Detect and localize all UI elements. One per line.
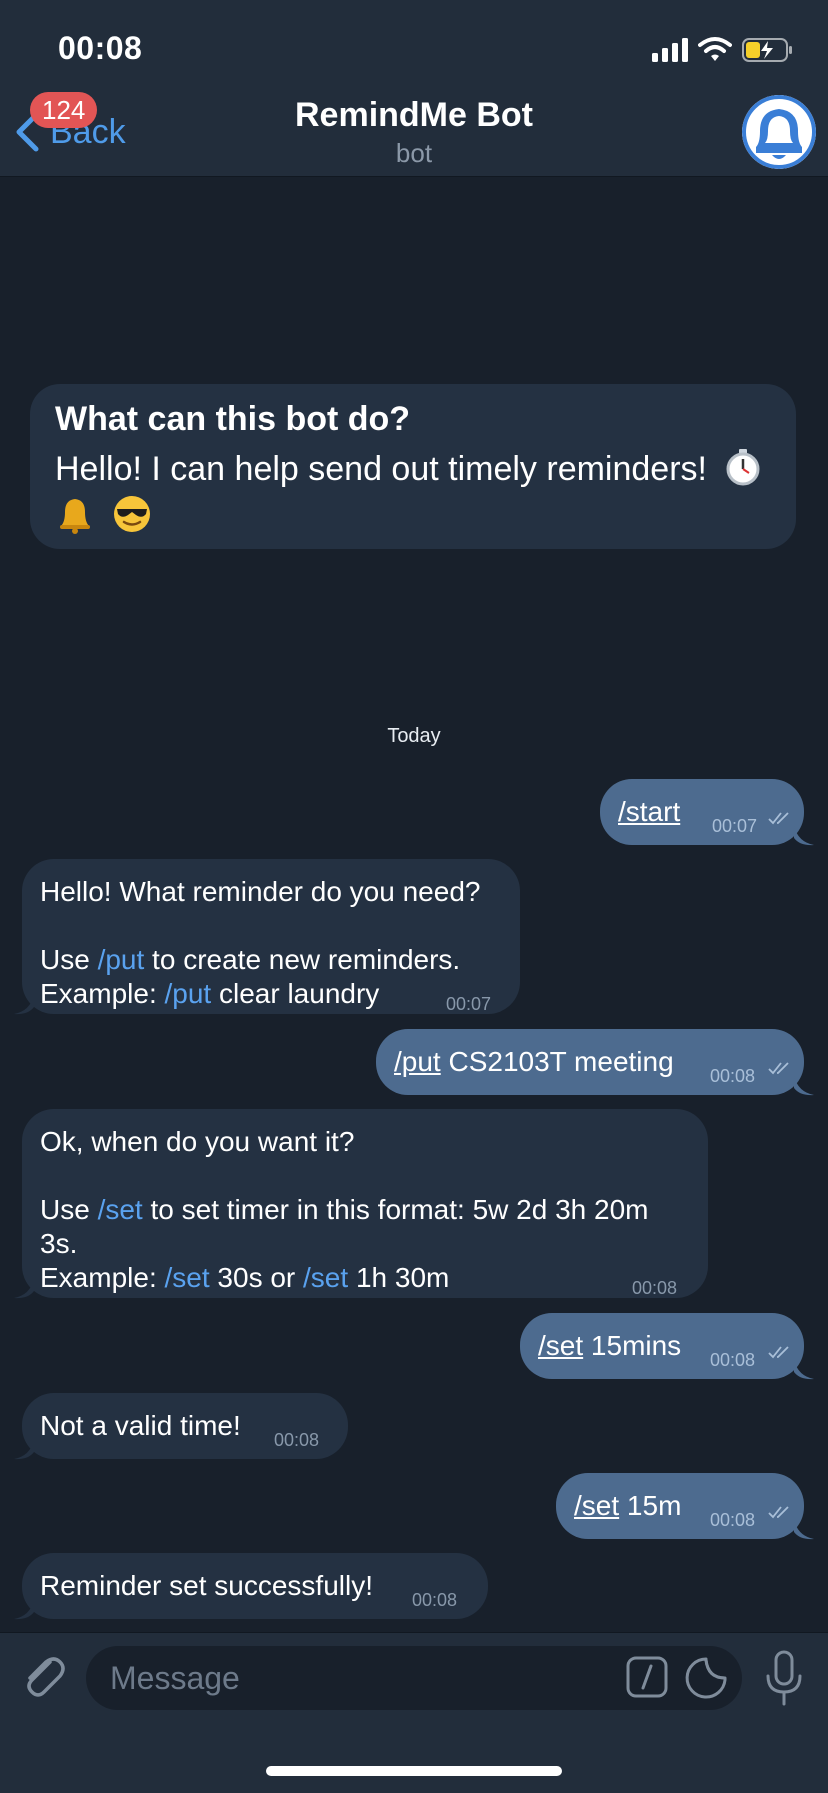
message-time: 00:07 [712, 816, 758, 836]
message-line: Hello! What reminder do you need? [40, 876, 481, 907]
message-time: 00:08 [710, 1350, 756, 1370]
message-line: Example: /put clear laundry [40, 978, 380, 1009]
message-text: Not a valid time! [40, 1410, 241, 1441]
status-time: 00:08 [58, 30, 143, 66]
outgoing-message[interactable]: /start 00:07 [600, 779, 804, 845]
incoming-message[interactable]: Reminder set successfully! 00:08 [22, 1553, 488, 1619]
bot-avatar[interactable] [742, 95, 816, 169]
message-text: Reminder set successfully! [40, 1570, 374, 1601]
message-text: /set 15m [574, 1490, 682, 1521]
bubble-tail [14, 1440, 34, 1460]
command-link[interactable]: /put [165, 978, 212, 1009]
message-time: 00:08 [274, 1430, 320, 1450]
command-link[interactable]: /set [98, 1194, 143, 1225]
read-receipt-icon [768, 1062, 789, 1075]
bubble-tail [794, 1076, 814, 1096]
cellular-signal-icon [652, 38, 688, 62]
message-line: Use /set to set timer in this format: 5w… [40, 1194, 649, 1225]
incoming-message[interactable]: Ok, when do you want it? Use /set to set… [22, 1109, 708, 1298]
bubble-tail [794, 826, 814, 846]
microphone-icon[interactable] [762, 1650, 806, 1706]
bubble-tail [794, 1360, 814, 1380]
command-link[interactable]: /set [165, 1262, 210, 1293]
bot-info-body: Hello! I can help send out timely remind… [55, 446, 775, 538]
bubble-tail [14, 995, 34, 1015]
bot-info-title: What can this bot do? [55, 400, 411, 438]
message-text: /set 15mins [538, 1330, 682, 1361]
message-placeholder: Message [110, 1660, 240, 1696]
message-text: /start [618, 795, 680, 829]
bot-commands-icon[interactable] [626, 1656, 668, 1698]
message-time: 00:08 [632, 1278, 678, 1298]
message-line: Ok, when do you want it? [40, 1126, 355, 1157]
incoming-message[interactable]: Not a valid time! 00:08 [22, 1393, 348, 1459]
stopwatch-icon [726, 449, 760, 486]
chat-title[interactable]: RemindMe Bot [0, 96, 828, 135]
outgoing-message[interactable]: /put CS2103T meeting 00:08 [376, 1029, 804, 1095]
bubble-tail [14, 1600, 34, 1620]
outgoing-message[interactable]: /set 15m 00:08 [556, 1473, 804, 1539]
bot-info-text: Hello! I can help send out timely remind… [55, 450, 707, 488]
message-time: 00:08 [412, 1590, 458, 1610]
message-line: Use /put to create new reminders. [40, 944, 461, 975]
message-time: 00:08 [710, 1066, 756, 1086]
bubble-tail [794, 1520, 814, 1540]
bell-icon [742, 95, 816, 169]
bell-emoji-icon [60, 499, 90, 534]
command-link[interactable]: /put [394, 1046, 441, 1077]
command-link[interactable]: /start [618, 796, 680, 827]
read-receipt-icon [768, 1506, 789, 1519]
command-link[interactable]: /set [574, 1490, 619, 1521]
sunglasses-face-icon [114, 496, 151, 532]
command-link[interactable]: /put [98, 944, 145, 975]
sticker-icon[interactable] [684, 1656, 728, 1700]
wifi-icon [698, 37, 732, 61]
chat-subtitle: bot [395, 138, 433, 168]
home-indicator [266, 1766, 562, 1776]
read-receipt-icon [768, 812, 789, 825]
message-text: /put CS2103T meeting [394, 1046, 674, 1077]
battery-charging-icon [742, 38, 792, 62]
message-time: 00:08 [710, 1510, 756, 1530]
incoming-message[interactable]: Hello! What reminder do you need? Use /p… [22, 859, 520, 1014]
date-separator: Today [387, 725, 441, 747]
message-time: 00:07 [446, 994, 492, 1014]
outgoing-message[interactable]: /set 15mins 00:08 [520, 1313, 804, 1379]
read-receipt-icon [768, 1346, 789, 1359]
command-link[interactable]: /set [538, 1330, 583, 1361]
bot-info-card: What can this bot do? Hello! I can help … [30, 384, 796, 549]
command-link[interactable]: /set [303, 1262, 348, 1293]
bubble-tail [14, 1279, 34, 1299]
paperclip-icon[interactable] [18, 1650, 68, 1700]
message-line: 3s. [40, 1228, 78, 1259]
message-line: Example: /set 30s or /set 1h 30m [40, 1262, 450, 1293]
